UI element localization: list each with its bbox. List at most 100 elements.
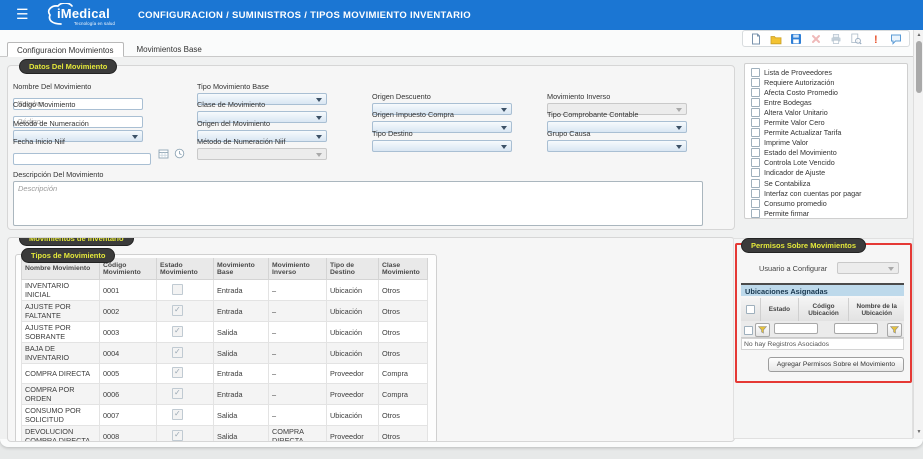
option-item[interactable]: Imprime Valor [751,138,907,148]
checkbox-icon[interactable] [751,158,760,167]
checkbox-icon[interactable] [751,199,760,208]
option-item[interactable]: Lista de Proveedores [751,67,907,77]
col-header[interactable]: Estado Movimiento [157,258,214,280]
table-row[interactable]: CONSUMO POR SOLICITUD 0007 Salida – Ubic… [22,405,428,426]
print-icon[interactable] [830,33,842,45]
cell-codigo: 0004 [100,343,157,364]
scroll-up-arrow-icon[interactable]: ▲ [915,31,923,40]
cell-clase: Otros [379,405,428,426]
top-header-bar: ☰ iMedical Tecnología en salud CONFIGURA… [0,0,923,30]
checkbox-icon[interactable] [751,128,760,137]
calendar-icon[interactable] [158,146,169,157]
filter-funnel-icon[interactable] [887,323,902,337]
filter-funnel-icon[interactable] [755,323,770,337]
option-item[interactable]: Entre Bodegas [751,97,907,107]
section-title-badge: Movimientos de Inventario [19,237,134,246]
tab-movimientos-base[interactable]: Movimientos Base [128,42,211,57]
checkbox-icon[interactable] [751,148,760,157]
col-header[interactable]: Movimiento Base [214,258,269,280]
field-descripcion: Descripción Del Movimiento [13,170,705,231]
field-grupo-causa: Grupo Causa [547,129,687,152]
option-item[interactable]: Se Contabiliza [751,178,907,188]
table-row[interactable]: COMPRA DIRECTA 0005 Entrada – Proveedor … [22,364,428,384]
col-header[interactable]: Clase Movimiento [379,258,428,280]
option-item[interactable]: Controla Lote Vencido [751,158,907,168]
vertical-scrollbar[interactable]: ▲ ▼ [913,30,923,438]
checkbox-icon[interactable] [751,168,760,177]
option-item[interactable]: Consumo promedio [751,198,907,208]
estado-checkbox [172,409,183,420]
col-header[interactable]: Tipo de Destino [327,258,379,280]
field-label: Clase de Movimiento [197,100,327,109]
col-header[interactable]: Movimiento Inverso [269,258,327,280]
table-row[interactable]: COMPRA POR ORDEN 0006 Entrada – Proveedo… [22,384,428,405]
cell-nombre: INVENTARIO INICIAL [22,280,100,301]
checkbox-icon[interactable] [751,138,760,147]
cell-destino: Ubicación [327,301,379,322]
option-item[interactable]: Indicador de Ajuste [751,168,907,178]
table-row[interactable]: AJUSTE POR SOBRANTE 0003 Salida – Ubicac… [22,322,428,343]
cell-base: Entrada [214,364,269,384]
open-folder-icon[interactable] [770,33,782,45]
select-all-checkbox[interactable] [746,305,755,314]
preview-icon[interactable] [850,33,862,45]
clock-icon[interactable] [174,146,185,157]
option-item[interactable]: Permite firmar [751,208,907,218]
cell-inverso: – [269,405,327,426]
field-fecha-inicio-niif: Fecha Inicio Niif [13,137,151,166]
cell-estado [157,280,214,301]
fecha-inicio-niif-input[interactable] [13,153,151,165]
option-item[interactable]: Afecta Costo Promedio [751,87,907,97]
scrollbar-thumb[interactable] [916,41,922,93]
checkbox-icon[interactable] [751,98,760,107]
table-row[interactable]: DEVOLUCION COMPRA DIRECTA 0008 Salida CO… [22,426,428,443]
checkbox-icon[interactable] [751,108,760,117]
option-item[interactable]: Estado del Movimiento [751,148,907,158]
table-row[interactable]: AJUSTE POR FALTANTE 0002 Entrada – Ubica… [22,301,428,322]
agregar-permisos-button[interactable]: Agregar Permisos Sobre el Movimiento [768,357,904,372]
option-item[interactable]: Requiere Autorización [751,77,907,87]
checkbox-icon[interactable] [751,68,760,77]
table-row[interactable]: BAJA DE INVENTARIO 0004 Salida – Ubicaci… [22,343,428,364]
col-header-codigo-ubicacion[interactable]: Código Ubicación [799,298,850,321]
field-label: Origen Impuesto Compra [372,110,512,119]
section-title-badge: Datos Del Movimiento [19,59,117,74]
grupo-causa-select[interactable] [547,140,687,152]
delete-icon[interactable] [810,33,822,45]
hamburger-menu-icon[interactable]: ☰ [16,7,29,21]
checkbox-icon[interactable] [751,78,760,87]
cell-estado [157,384,214,405]
filter-checkbox[interactable] [744,326,753,335]
col-header-estado[interactable]: Estado [761,298,798,321]
nombre-ubicacion-filter-input[interactable] [834,323,878,334]
option-item[interactable]: Interfaz con cuentas por pagar [751,188,907,198]
tab-configuracion-movimientos[interactable]: Configuracion Movimientos [7,42,124,57]
codigo-ubicacion-filter-input[interactable] [774,323,818,334]
new-document-icon[interactable] [750,33,762,45]
col-header-nombre-ubicacion[interactable]: Nombre de la Ubicación [849,298,904,321]
option-item[interactable]: Altera Valor Unitario [751,107,907,117]
cell-clase: Compra [379,384,428,405]
checkbox-icon[interactable] [751,209,760,218]
tipo-destino-select[interactable] [372,140,512,152]
cell-inverso: – [269,280,327,301]
checkbox-icon[interactable] [751,179,760,188]
cell-nombre: AJUSTE POR SOBRANTE [22,322,100,343]
field-label: Descripción Del Movimiento [13,170,705,179]
descripcion-textarea[interactable] [13,181,703,226]
save-icon[interactable] [790,33,802,45]
checkbox-icon[interactable] [751,189,760,198]
alert-icon[interactable]: ! [870,33,882,45]
comment-icon[interactable] [890,33,902,45]
checkbox-icon[interactable] [751,118,760,127]
scroll-down-arrow-icon[interactable]: ▼ [915,428,923,437]
cell-base: Salida [214,343,269,364]
checkbox-icon[interactable] [751,88,760,97]
cell-destino: Proveedor [327,364,379,384]
table-row[interactable]: INVENTARIO INICIAL 0001 Entrada – Ubicac… [22,280,428,301]
estado-checkbox [172,347,183,358]
option-item[interactable]: Permite Valor Cero [751,117,907,127]
field-label: Nombre Del Movimiento [13,82,143,91]
cell-base: Entrada [214,301,269,322]
option-item[interactable]: Permite Actualizar Tarifa [751,128,907,138]
